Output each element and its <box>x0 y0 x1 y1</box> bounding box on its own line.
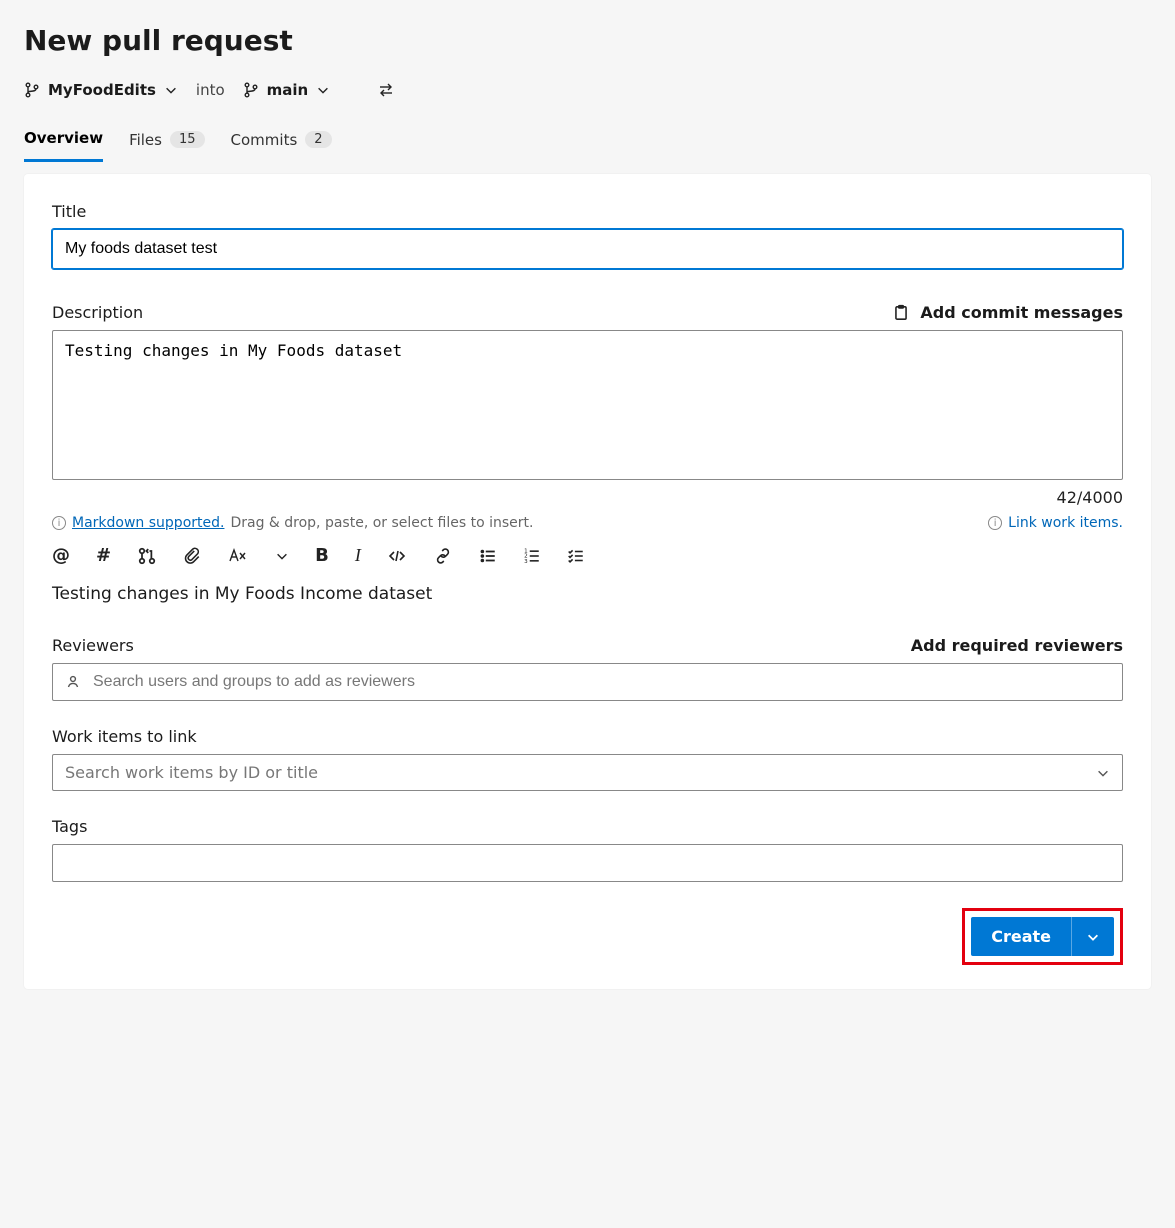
char-counter: 42/4000 <box>1057 488 1123 507</box>
add-commit-messages-button[interactable]: Add commit messages <box>892 303 1123 322</box>
tab-label: Commits <box>231 131 298 149</box>
create-button-dropdown[interactable] <box>1071 917 1114 956</box>
files-count-badge: 15 <box>170 131 205 148</box>
target-branch-name: main <box>267 81 309 99</box>
svg-text:3: 3 <box>524 558 528 564</box>
work-items-placeholder: Search work items by ID or title <box>65 763 318 782</box>
clipboard-icon <box>892 304 910 322</box>
hash-icon[interactable]: # <box>96 545 111 566</box>
title-label: Title <box>52 202 1123 221</box>
markdown-helper-text: Drag & drop, paste, or select files to i… <box>230 515 533 531</box>
work-items-label: Work items to link <box>52 727 1123 746</box>
checklist-icon[interactable] <box>567 547 585 565</box>
branch-selector-row: MyFoodEdits into main <box>24 81 1151 99</box>
numbered-list-icon[interactable]: 1 2 3 <box>523 547 541 565</box>
markdown-supported-link[interactable]: Markdown supported. <box>72 515 224 531</box>
description-preview: Testing changes in My Foods Income datas… <box>52 584 1123 604</box>
reviewers-label: Reviewers <box>52 636 134 655</box>
tab-commits[interactable]: Commits 2 <box>231 123 332 162</box>
title-input[interactable] <box>52 229 1123 269</box>
create-button[interactable]: Create <box>971 917 1114 956</box>
chevron-down-icon <box>164 83 178 97</box>
commits-count-badge: 2 <box>305 131 331 148</box>
code-icon[interactable] <box>387 547 407 565</box>
branch-icon <box>24 82 40 98</box>
link-work-items-link[interactable]: i Link work items. <box>988 515 1123 531</box>
tabs: Overview Files 15 Commits 2 <box>24 123 1151 162</box>
branch-icon <box>243 82 259 98</box>
link-icon[interactable] <box>433 547 453 565</box>
tags-input[interactable] <box>52 844 1123 882</box>
info-icon: i <box>52 516 66 530</box>
tags-label: Tags <box>52 817 1123 836</box>
chevron-down-icon <box>1096 766 1110 780</box>
chevron-down-icon <box>316 83 330 97</box>
add-required-reviewers-label: Add required reviewers <box>911 636 1123 655</box>
info-icon: i <box>988 516 1002 530</box>
editor-toolbar: @ # B I <box>52 545 1123 566</box>
create-button-label: Create <box>971 917 1071 956</box>
bold-icon[interactable]: B <box>315 545 329 566</box>
add-commit-messages-label: Add commit messages <box>920 303 1123 322</box>
pull-request-icon[interactable] <box>137 546 157 566</box>
tab-label: Overview <box>24 129 103 147</box>
reviewers-input[interactable] <box>91 672 1110 692</box>
target-branch-picker[interactable]: main <box>243 81 331 99</box>
source-branch-name: MyFoodEdits <box>48 81 156 99</box>
create-button-highlight: Create <box>962 908 1123 965</box>
link-work-items-label: Link work items. <box>1008 515 1123 531</box>
bullet-list-icon[interactable] <box>479 547 497 565</box>
chevron-down-icon[interactable] <box>275 549 289 563</box>
italic-icon[interactable]: I <box>355 545 361 566</box>
add-required-reviewers-button[interactable]: Add required reviewers <box>911 636 1123 655</box>
tab-files[interactable]: Files 15 <box>129 123 204 162</box>
reviewers-search[interactable] <box>52 663 1123 701</box>
attach-icon[interactable] <box>183 547 201 565</box>
source-branch-picker[interactable]: MyFoodEdits <box>24 81 178 99</box>
pr-form-card: Title Description Add commit messages 42… <box>24 174 1151 989</box>
mention-icon[interactable]: @ <box>52 545 70 566</box>
into-label: into <box>196 81 225 99</box>
tab-label: Files <box>129 131 162 149</box>
swap-icon[interactable] <box>378 82 394 98</box>
text-style-icon[interactable] <box>227 547 249 565</box>
page-title: New pull request <box>24 24 1151 57</box>
description-label: Description <box>52 303 143 322</box>
work-items-dropdown[interactable]: Search work items by ID or title <box>52 754 1123 791</box>
description-input[interactable] <box>52 330 1123 480</box>
person-icon <box>65 674 81 690</box>
tab-overview[interactable]: Overview <box>24 123 103 162</box>
